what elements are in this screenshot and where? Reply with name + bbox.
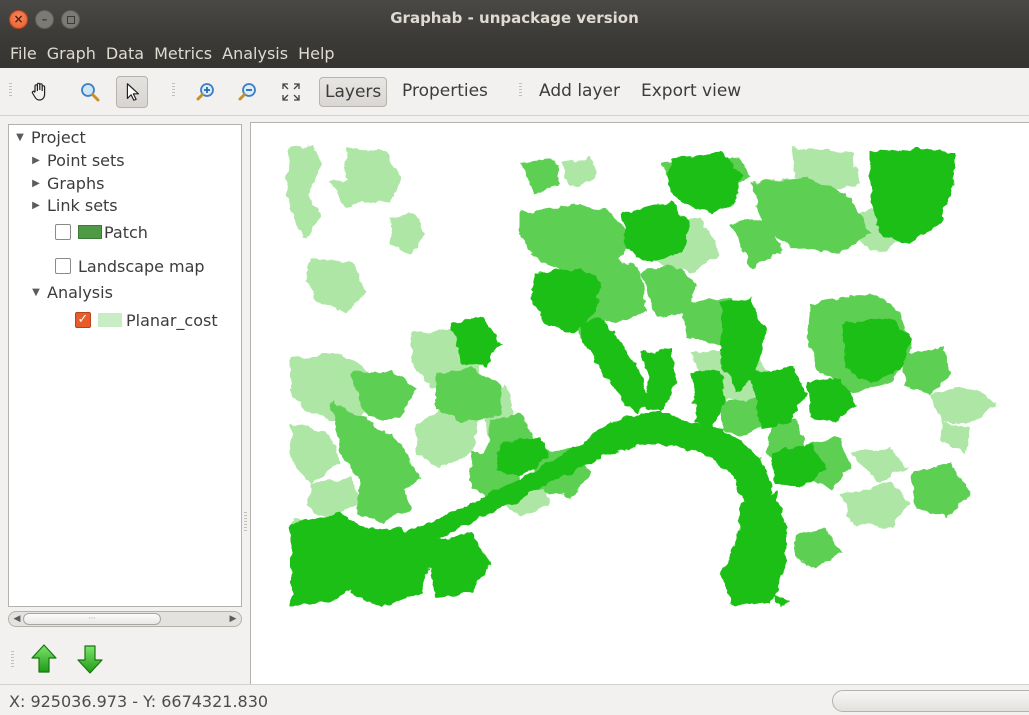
tree-item-label: Landscape map bbox=[78, 256, 205, 276]
toolbar-grip[interactable] bbox=[11, 651, 14, 667]
progress-bar bbox=[832, 690, 1029, 712]
toolbar: Layers Properties Add layer Export view bbox=[0, 68, 1029, 116]
tree-item-link-sets[interactable]: ▶ Link sets bbox=[29, 194, 118, 216]
properties-tab-button[interactable]: Properties bbox=[397, 77, 493, 107]
magnifier-icon bbox=[81, 83, 100, 102]
tree-item-project[interactable]: ▼ Project bbox=[13, 126, 86, 148]
tree-item-label: Link sets bbox=[47, 195, 118, 215]
title-bar: × – Graphab - unpackage version bbox=[0, 0, 1029, 38]
patch-visibility-checkbox[interactable] bbox=[55, 224, 71, 240]
tree-horizontal-scrollbar[interactable]: ◀ ⋯ ▶ bbox=[8, 611, 242, 627]
move-layer-up-button[interactable] bbox=[29, 643, 59, 675]
layers-tree-panel[interactable]: ▼ Project ▶ Point sets ▶ Graphs ▶ Link s… bbox=[8, 124, 242, 607]
tree-item-label: Point sets bbox=[47, 150, 125, 170]
tree-item-patch[interactable]: Patch bbox=[55, 221, 148, 243]
menu-analysis[interactable]: Analysis bbox=[220, 44, 290, 63]
layers-tab-button[interactable]: Layers bbox=[319, 77, 388, 107]
window-title: Graphab - unpackage version bbox=[390, 9, 639, 27]
planar-cost-visibility-checkbox[interactable]: ✓ bbox=[75, 312, 91, 328]
toolbar-grip[interactable] bbox=[172, 83, 175, 97]
landscape-visibility-checkbox[interactable] bbox=[55, 258, 71, 274]
planar-cost-map bbox=[287, 145, 996, 608]
menu-graph[interactable]: Graph bbox=[45, 44, 98, 63]
tree-item-label: Analysis bbox=[47, 282, 113, 302]
zoom-tool-button[interactable] bbox=[74, 76, 106, 108]
arrow-down-icon bbox=[77, 645, 103, 674]
tree-item-graphs[interactable]: ▶ Graphs bbox=[29, 172, 104, 194]
expanded-arrow-icon[interactable]: ▼ bbox=[13, 132, 27, 143]
tree-item-point-sets[interactable]: ▶ Point sets bbox=[29, 149, 125, 171]
pointer-arrow-icon bbox=[126, 83, 140, 101]
arrow-up-icon bbox=[31, 644, 57, 673]
zoom-out-icon bbox=[238, 83, 256, 101]
export-view-button[interactable]: Export view bbox=[636, 77, 746, 107]
collapsed-arrow-icon[interactable]: ▶ bbox=[29, 200, 43, 211]
fit-extent-icon bbox=[282, 83, 300, 101]
scrollbar-thumb[interactable]: ⋯ bbox=[23, 613, 161, 625]
pan-tool-button[interactable] bbox=[24, 76, 56, 108]
move-layer-down-button[interactable] bbox=[75, 643, 105, 675]
scroll-right-arrow-icon[interactable]: ▶ bbox=[226, 612, 240, 626]
collapsed-arrow-icon[interactable]: ▶ bbox=[29, 178, 43, 189]
toolbar-grip[interactable] bbox=[519, 83, 522, 97]
menu-data[interactable]: Data bbox=[104, 44, 146, 63]
planar-cost-color-swatch bbox=[98, 313, 122, 327]
status-bar: X: 925036.973 - Y: 6674321.830 bbox=[0, 684, 1029, 715]
collapsed-arrow-icon[interactable]: ▶ bbox=[29, 155, 43, 166]
zoom-in-icon bbox=[196, 83, 214, 101]
tree-item-analysis[interactable]: ▼ Analysis bbox=[29, 281, 113, 303]
add-layer-button[interactable]: Add layer bbox=[534, 77, 625, 107]
expanded-arrow-icon[interactable]: ▼ bbox=[29, 287, 43, 298]
panel-splitter[interactable] bbox=[242, 124, 250, 684]
menu-bar: File Graph Data Metrics Analysis Help bbox=[0, 38, 1029, 68]
tree-item-planar-cost[interactable]: ✓ Planar_cost bbox=[75, 309, 218, 331]
patch-color-swatch bbox=[78, 225, 102, 239]
menu-file[interactable]: File bbox=[8, 44, 39, 63]
coordinates-readout: X: 925036.973 - Y: 6674321.830 bbox=[9, 692, 269, 711]
zoom-in-button[interactable] bbox=[190, 76, 222, 108]
tree-item-label: Graphs bbox=[47, 173, 105, 193]
tree-item-label: Project bbox=[31, 127, 86, 147]
splitter-grip[interactable] bbox=[244, 512, 247, 532]
map-view[interactable] bbox=[250, 122, 1029, 684]
zoom-extent-button[interactable] bbox=[275, 76, 307, 108]
zoom-out-button[interactable] bbox=[232, 76, 264, 108]
menu-help[interactable]: Help bbox=[296, 44, 336, 63]
select-tool-button[interactable] bbox=[116, 76, 148, 108]
tree-item-landscape-map[interactable]: Landscape map bbox=[55, 255, 205, 277]
scroll-left-arrow-icon[interactable]: ◀ bbox=[10, 612, 24, 626]
hand-pan-icon bbox=[31, 82, 46, 101]
tree-item-label: Planar_cost bbox=[126, 310, 218, 330]
tree-item-label: Patch bbox=[104, 222, 148, 242]
toolbar-grip[interactable] bbox=[9, 83, 12, 97]
menu-metrics[interactable]: Metrics bbox=[152, 44, 214, 63]
